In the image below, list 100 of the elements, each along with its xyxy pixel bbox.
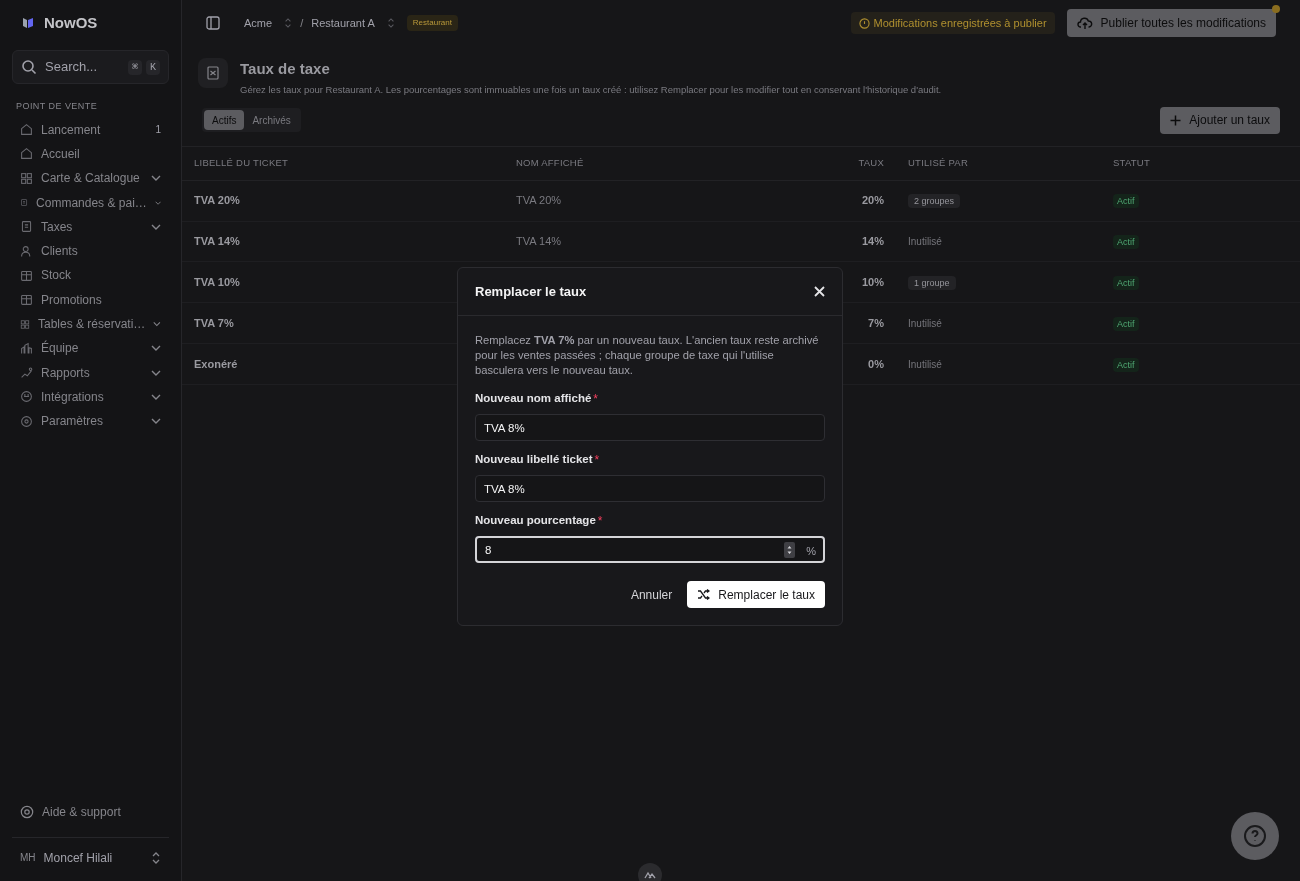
sidebar-item[interactable]: Paramètres — [12, 409, 169, 434]
table-cell: Inutilisé — [908, 236, 942, 248]
table-cell: 20% — [861, 194, 884, 207]
required-mark: * — [597, 513, 603, 530]
help-button[interactable] — [1231, 812, 1279, 860]
cancel-button[interactable]: Annuler — [630, 581, 673, 608]
table-cell: TVA 20% — [194, 194, 240, 207]
status-tag: Actif — [1113, 357, 1139, 372]
breadcrumb-link[interactable]: Restaurant A — [311, 14, 375, 32]
chevrons-icon[interactable] — [386, 17, 395, 29]
sidebar-item[interactable]: Lancement 1 — [12, 117, 169, 142]
box-icon — [20, 293, 33, 307]
replace-button[interactable]: Remplacer le taux — [687, 581, 825, 608]
field-label: Nouveau pourcentage — [475, 513, 596, 529]
field-label: Nouveau libellé ticket — [475, 452, 593, 468]
table-cell: TVA 20% — [516, 194, 562, 207]
dialog-title: Remplacer le taux — [475, 282, 587, 301]
page-subtitle: Gérez les taux pour Restaurant A. Les pourcentages sont immuables une fois un taux créé : utilisez Remplacer pour les modifier tout en conservant l'historique d'audit. — [240, 82, 942, 97]
count-label: 1 — [155, 123, 161, 138]
usage-tag: 1 groupe — [908, 276, 956, 290]
sidebar-item[interactable]: Promotions — [12, 287, 169, 312]
document-icon — [20, 220, 33, 234]
breadcrumb-link[interactable]: Acme — [244, 14, 273, 32]
plus-icon — [1170, 114, 1182, 126]
sidebar-item[interactable]: Taxes — [12, 214, 169, 239]
dev-tools-badge[interactable] — [638, 863, 662, 881]
grid-icon — [20, 317, 30, 331]
sidebar-item[interactable]: Clients — [12, 239, 169, 264]
cloud-upload-icon — [1076, 16, 1093, 30]
column-header: TAUX — [857, 156, 884, 171]
chart-icon — [20, 366, 33, 380]
sidebar-item[interactable]: Carte & Catalogue — [12, 166, 169, 191]
sidebar-item[interactable]: Tables & réservati… — [12, 311, 169, 337]
user-initials: MH — [20, 851, 36, 865]
sidebar-toggle-icon[interactable] — [206, 16, 220, 30]
search-field[interactable]: Search... ⌘ K — [12, 50, 169, 84]
grid-icon — [20, 171, 33, 185]
unit-suffix: % — [806, 544, 816, 559]
user-name: Moncef Hilali — [43, 849, 114, 867]
usage-tag: 2 groupes — [908, 194, 961, 209]
mountain-icon — [644, 871, 656, 879]
status-tag: Actif — [1113, 194, 1139, 209]
field-label: Nouveau nom affiché — [475, 391, 592, 407]
breadcrumb-separator: / — [300, 15, 304, 31]
status-tag: Actif — [1113, 316, 1139, 331]
shuffle-icon — [697, 589, 711, 600]
spinner-icon[interactable] — [784, 541, 795, 558]
box-icon — [20, 268, 33, 282]
table-cell: 7% — [868, 316, 884, 329]
clock-icon — [858, 17, 870, 29]
person-icon — [20, 244, 33, 258]
required-mark: * — [593, 391, 598, 408]
question-icon — [1243, 824, 1267, 848]
table-cell: TVA 7% — [194, 316, 234, 329]
sidebar-item[interactable]: Équipe — [12, 336, 169, 361]
column-header: LIBELLÉ DU TICKET — [194, 156, 290, 171]
status-tag: Actif — [1113, 235, 1139, 250]
table-cell: 0% — [868, 357, 884, 370]
sidebar-item[interactable]: Rapports — [12, 360, 169, 385]
building-icon — [20, 341, 33, 355]
table-cell: Inutilisé — [908, 317, 942, 329]
tab[interactable]: Archivés — [244, 110, 299, 131]
table-cell: 14% — [861, 235, 884, 248]
search-icon — [21, 59, 37, 75]
sidebar-item[interactable]: Commandes & pai… — [12, 190, 169, 215]
location-tag: Restaurant — [406, 15, 458, 31]
sidebar-item[interactable]: Stock — [12, 263, 169, 288]
input-field[interactable]: TVA 8% — [475, 414, 825, 441]
dialog-description: Remplacez TVA 7% par un nouveau taux. L'ancien taux reste archivé pour les ventes passées ; chaque groupe de taxe qui l'utilise basculera vers le nouveau taux. — [475, 333, 820, 378]
pending-notice: Modifications enregistrées à publier — [850, 12, 1055, 34]
status-tag: Actif — [1113, 276, 1139, 290]
section-heading: POINT DE VENTE — [15, 100, 99, 113]
shortcut-key: K — [146, 59, 160, 75]
logo-icon — [20, 15, 36, 31]
table-cell: Inutilisé — [908, 358, 942, 370]
sidebar-item[interactable]: Accueil — [12, 141, 169, 167]
column-header: NOM AFFICHÉ — [516, 156, 585, 171]
app-name: NowOS — [44, 12, 98, 33]
page-title: Taux de taxe — [240, 59, 331, 79]
shortcut-key: ⌘ — [127, 59, 142, 75]
add-rate-button[interactable]: Ajouter un taux — [1160, 106, 1280, 134]
sidebar-item[interactable]: Intégrations — [12, 384, 169, 410]
tab[interactable]: Actifs — [204, 110, 245, 131]
close-icon[interactable] — [814, 286, 825, 297]
column-header: STATUT — [1113, 156, 1151, 171]
chevrons-icon[interactable] — [284, 17, 293, 29]
house-icon — [20, 123, 33, 137]
column-header: UTILISÉ PAR — [907, 156, 969, 171]
chevrons-icon — [151, 850, 161, 865]
required-mark: * — [594, 452, 600, 469]
user-menu[interactable]: MH Moncef Hilali — [12, 837, 169, 877]
receipt-icon — [207, 66, 219, 80]
help-link[interactable]: Aide & support — [12, 799, 169, 825]
gear-icon — [20, 414, 33, 428]
table-cell: TVA 14% — [194, 235, 240, 248]
house-icon — [20, 147, 33, 161]
input-field[interactable]: TVA 8% — [475, 475, 825, 502]
table-cell: Exonéré — [194, 357, 238, 370]
table-cell: 10% — [861, 276, 884, 288]
table-cell: TVA 14% — [516, 235, 562, 248]
